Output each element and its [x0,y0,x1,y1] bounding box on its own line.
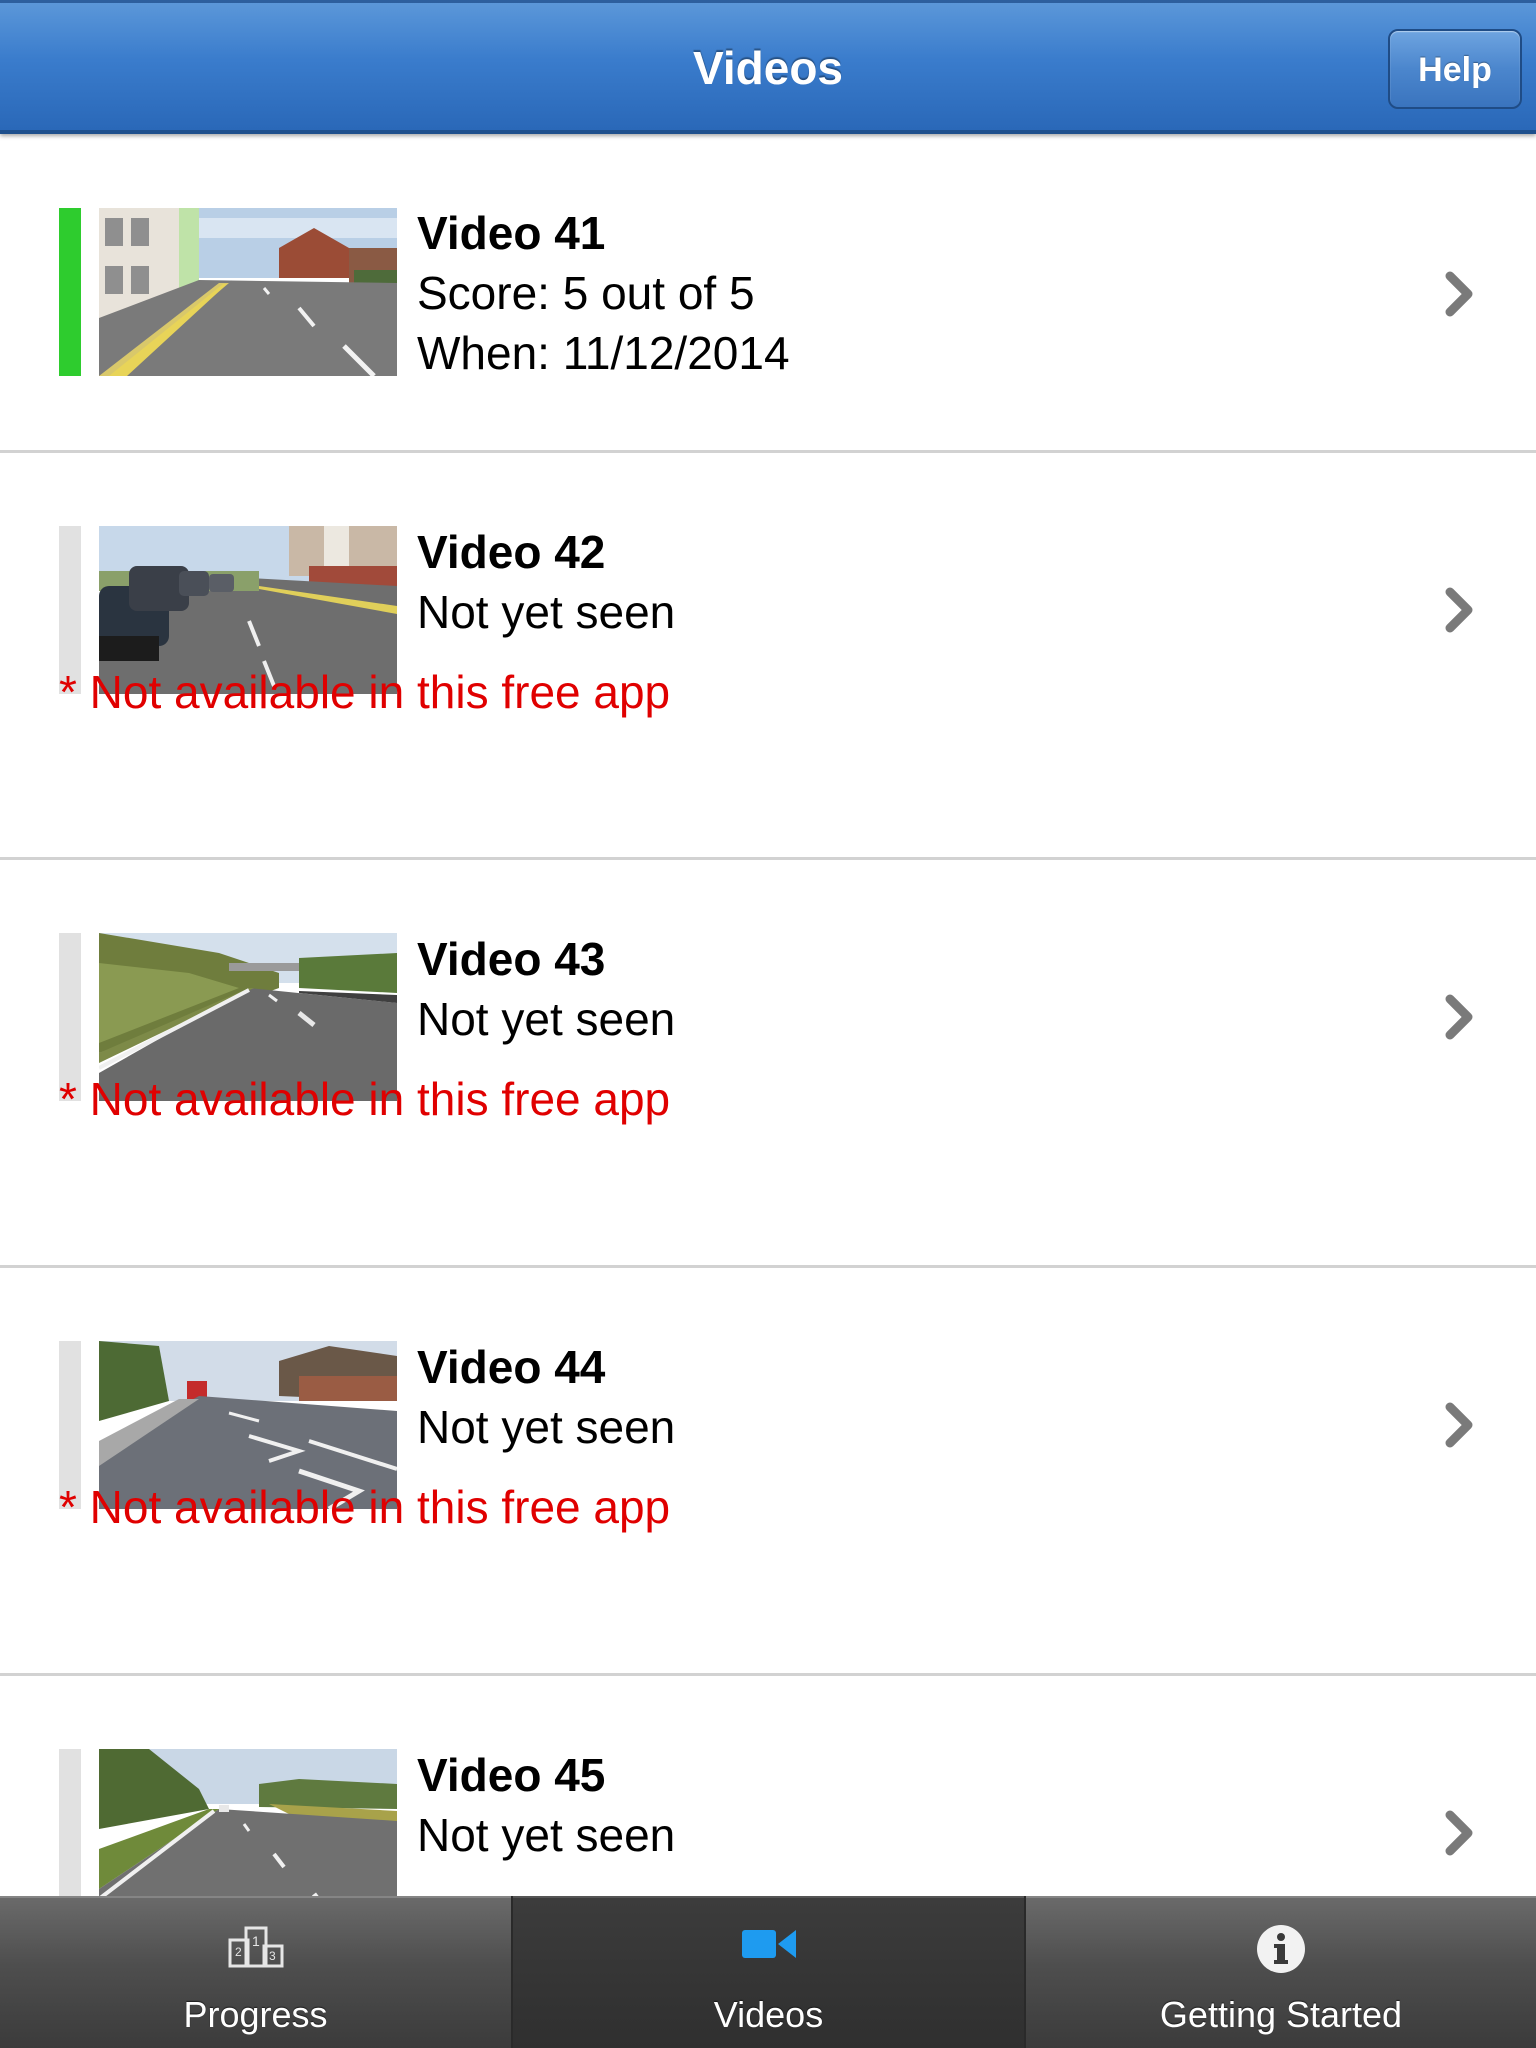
list-item-video-44[interactable]: Video 44 Not yet seen * Not available in… [0,1268,1536,1673]
help-button[interactable]: Help [1388,29,1522,109]
info-icon [1257,1925,1305,1973]
video-status: Not yet seen [417,1401,676,1453]
chevron-right-icon [1445,1402,1473,1448]
video-title: Video 44 [417,1341,606,1393]
status-indicator-unseen [59,1749,81,1896]
unavailable-notice: * Not available in this free app [59,1073,671,1125]
unavailable-notice: * Not available in this free app [59,1481,671,1533]
status-indicator-complete [59,208,81,376]
tab-label: Videos [713,1994,824,2035]
unavailable-notice: * Not available in this free app [59,666,671,718]
video-status: Not yet seen [417,586,676,638]
video-status: Not yet seen [417,993,676,1045]
nav-bar: Videos Help [0,0,1536,134]
video-title: Video 45 [417,1749,606,1801]
video-title: Video 42 [417,526,606,578]
list-item-video-45[interactable]: Video 45 Not yet seen [0,1676,1536,1896]
chevron-right-icon [1445,587,1473,633]
video-status: Not yet seen [417,1809,676,1861]
video-thumbnail [99,208,397,376]
svg-text:1: 1 [252,1933,260,1949]
svg-text:3: 3 [269,1949,276,1963]
svg-text:2: 2 [235,1945,242,1959]
tab-getting-started[interactable]: Getting Started [1026,1896,1536,2048]
list-item-video-42[interactable]: Video 42 Not yet seen * Not available in… [0,453,1536,860]
tab-videos[interactable]: Videos [513,1896,1024,2048]
page-title: Videos [693,42,843,94]
video-list: Video 41 Score: 5 out of 5 When: 11/12/2… [0,136,1536,1896]
video-thumbnail [99,1749,397,1896]
tab-bar: 1 2 3 Progress Videos Getting Started [0,1896,1536,2048]
chevron-right-icon [1445,1810,1473,1856]
video-title: Video 43 [417,933,606,985]
list-item-video-43[interactable]: Video 43 Not yet seen * Not available in… [0,860,1536,1265]
tab-label: Progress [183,1994,328,2035]
video-camera-icon [741,1930,796,1958]
video-title: Video 41 [417,207,606,259]
tab-label: Getting Started [1159,1994,1403,2035]
chevron-right-icon [1445,994,1473,1040]
video-when: When: 11/12/2014 [417,327,790,379]
podium-icon: 1 2 3 [228,1926,283,1968]
tab-progress[interactable]: 1 2 3 Progress [0,1896,511,2048]
list-item-video-41[interactable]: Video 41 Score: 5 out of 5 When: 11/12/2… [0,136,1536,450]
video-score: Score: 5 out of 5 [417,267,755,319]
chevron-right-icon [1445,271,1473,317]
